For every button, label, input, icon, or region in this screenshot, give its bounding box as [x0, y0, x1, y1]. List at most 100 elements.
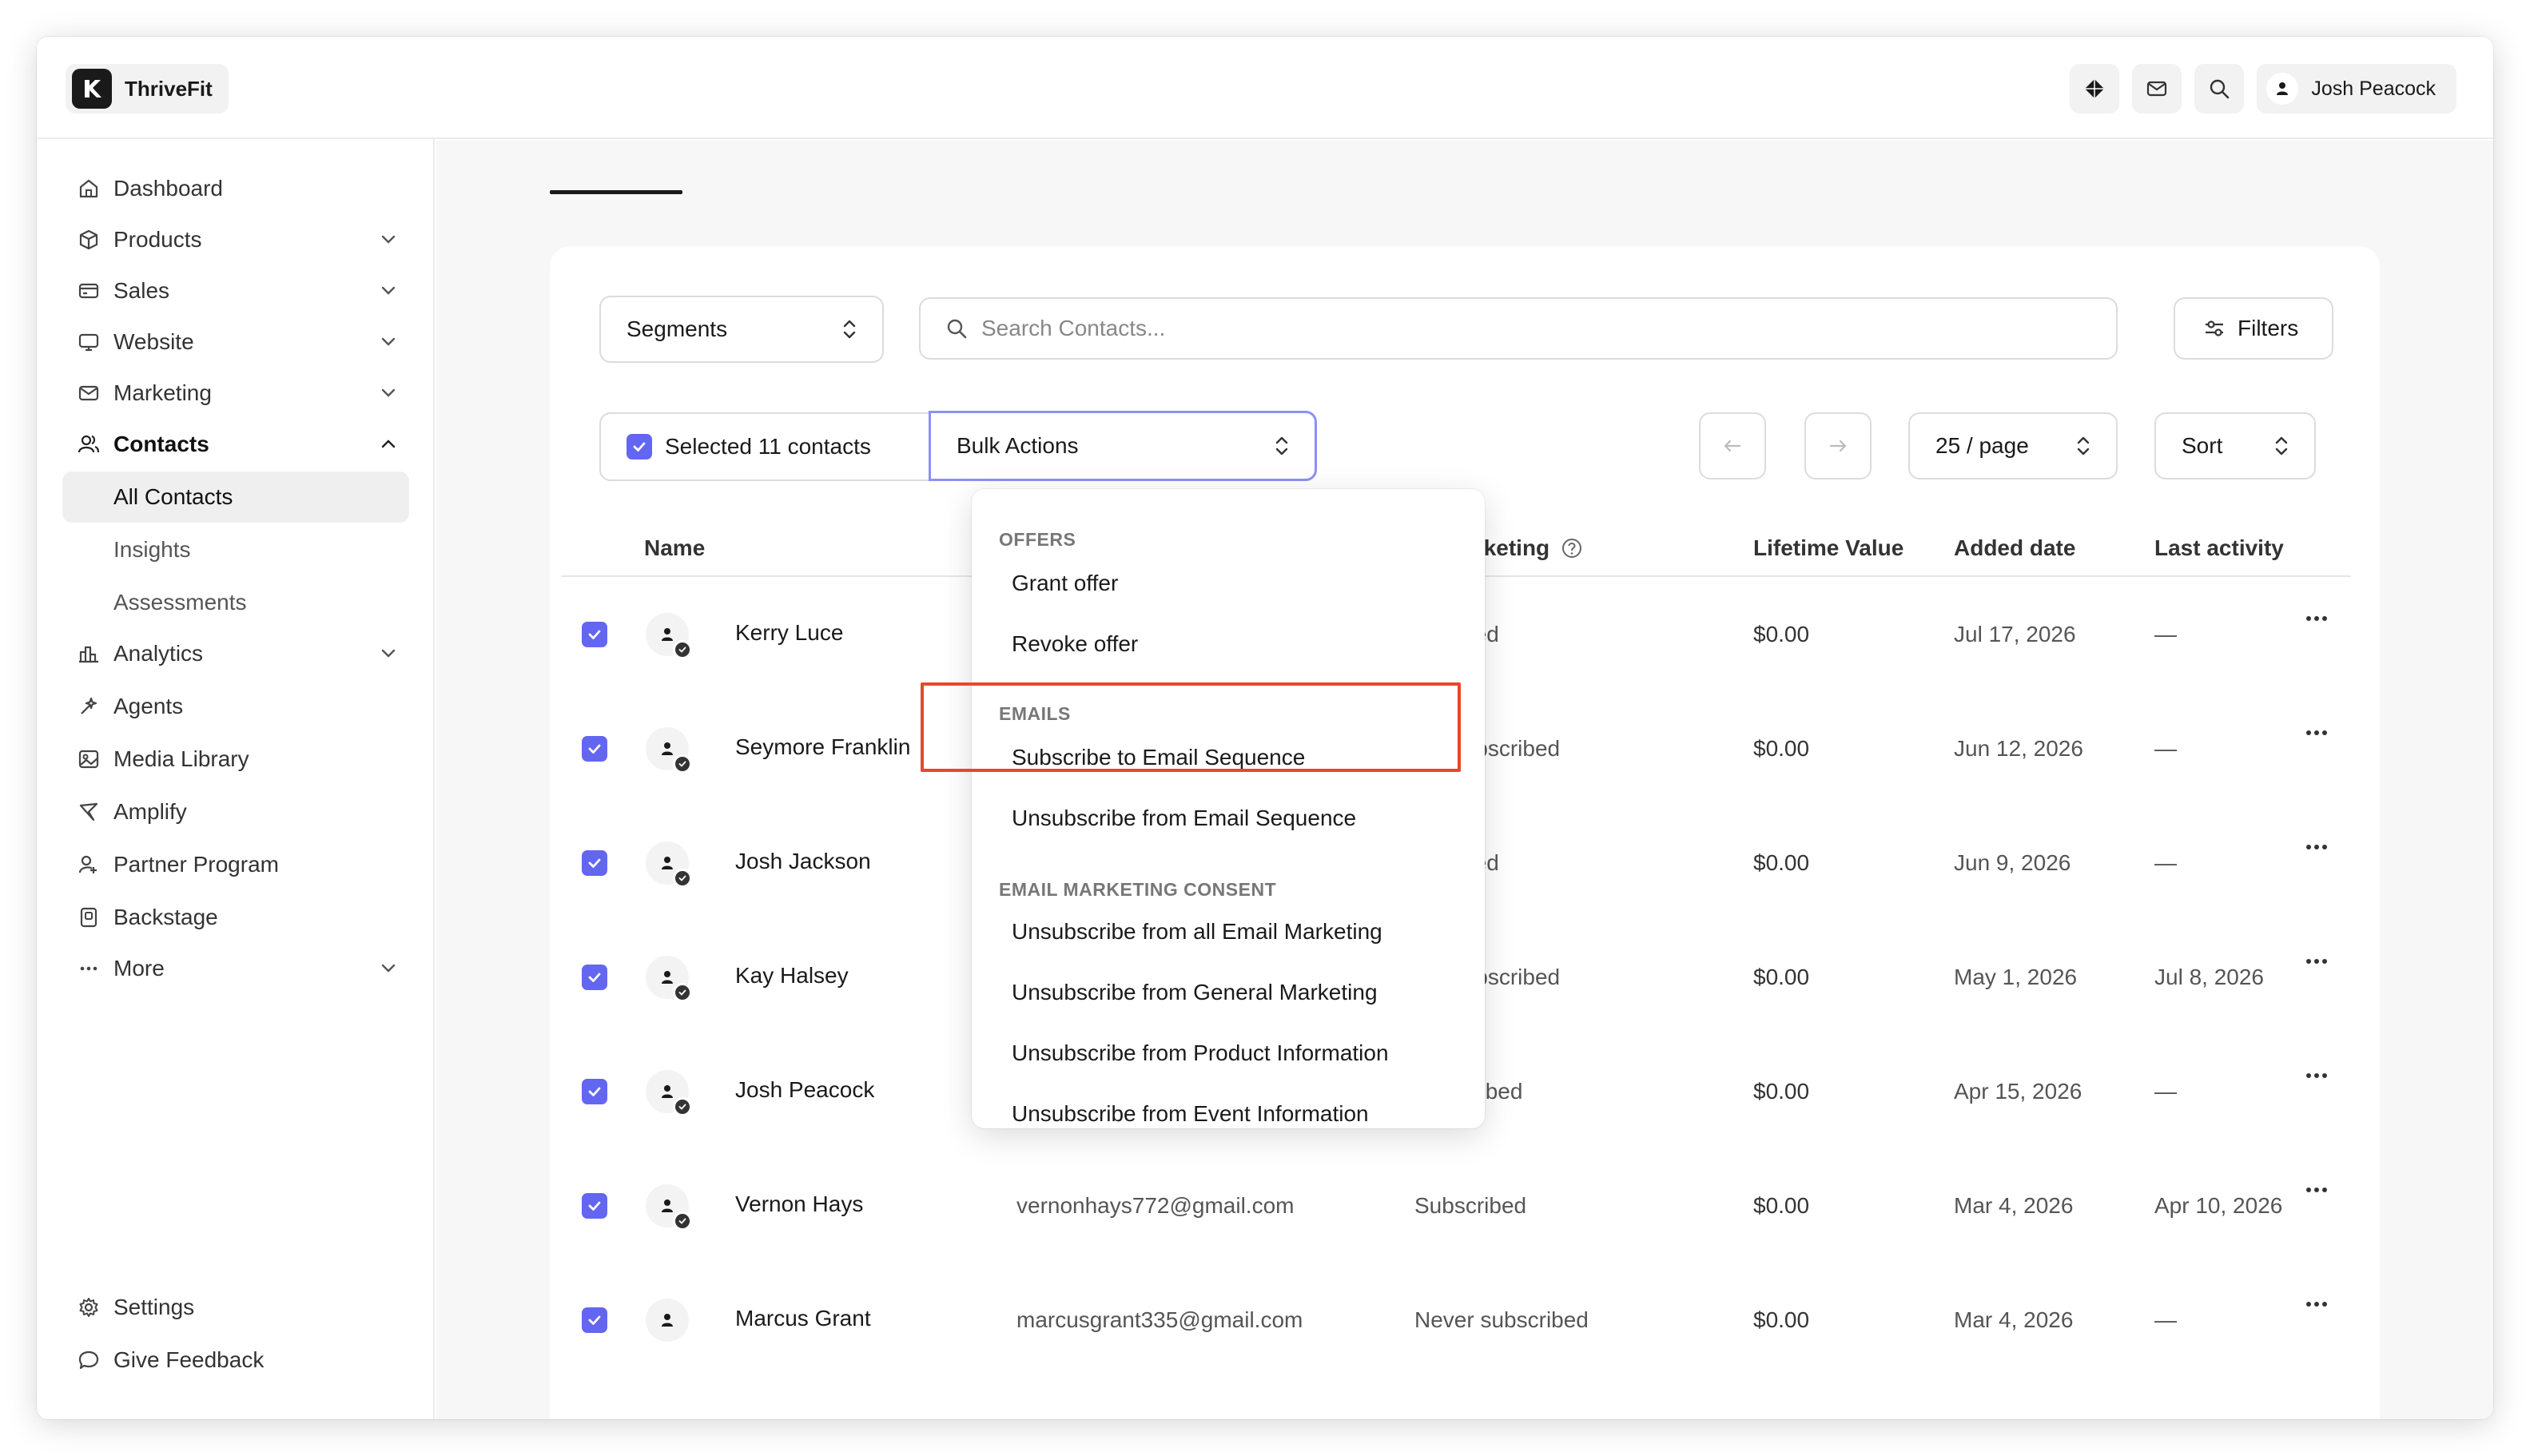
filters-button[interactable]: Filters: [2174, 297, 2333, 360]
user-avatar: [2266, 73, 2299, 105]
row-checkbox[interactable]: [582, 1079, 607, 1104]
row-checkbox[interactable]: [582, 622, 607, 647]
verified-check-icon: [673, 754, 692, 774]
column-header-added-date[interactable]: Added date: [1954, 535, 2075, 561]
added-date: Jun 12, 2026: [1954, 736, 2083, 761]
sidebar-item-give-feedback[interactable]: Give Feedback: [62, 1335, 409, 1386]
image-icon: [75, 746, 102, 773]
row-checkbox[interactable]: [582, 965, 607, 990]
menu-item-unsubscribe-product-information[interactable]: Unsubscribe from Product Information: [1012, 1040, 1389, 1066]
sidebar-item-label: Amplify: [113, 799, 187, 824]
contact-name[interactable]: Kay Halsey: [735, 963, 849, 989]
chevron-down-icon: [381, 388, 396, 397]
user-icon: [662, 857, 673, 869]
diamond-button[interactable]: [2070, 64, 2120, 113]
table-row[interactable]: Vernon Hays vernonhays772@gmail.com Subscr…: [550, 1150, 2380, 1264]
gear-icon: [75, 1294, 102, 1321]
user-icon: [662, 628, 673, 641]
bulk-actions-select[interactable]: Bulk Actions: [929, 411, 1317, 481]
sidebar-subitem-assessments[interactable]: Assessments: [62, 577, 409, 628]
menu-item-unsubscribe-all-marketing[interactable]: Unsubscribe from all Email Marketing: [1012, 919, 1382, 945]
contact-name[interactable]: Josh Peacock: [735, 1077, 874, 1103]
menu-item-subscribe-email-sequence[interactable]: Subscribe to Email Sequence: [1012, 745, 1305, 770]
row-more-actions-icon[interactable]: [2306, 958, 2330, 965]
column-header-last-activity[interactable]: Last activity: [2154, 535, 2284, 561]
search-button[interactable]: [2194, 64, 2245, 113]
sidebar-item-contacts[interactable]: Contacts: [62, 419, 409, 470]
contact-email: vernonhays772@gmail.com: [1016, 1193, 1295, 1218]
per-page-select[interactable]: 25 / page: [1908, 412, 2118, 479]
sidebar-item-settings[interactable]: Settings: [62, 1282, 409, 1333]
sparkle-icon: [75, 693, 102, 720]
menu-item-grant-offer[interactable]: Grant offer: [1012, 571, 1118, 596]
row-more-actions-icon[interactable]: [2306, 844, 2330, 850]
sidebar-item-products[interactable]: Products: [62, 214, 409, 265]
menu-item-unsubscribe-general-marketing[interactable]: Unsubscribe from General Marketing: [1012, 980, 1378, 1005]
selected-contacts-toggle[interactable]: Selected 11 contacts: [599, 412, 930, 481]
contact-name[interactable]: Josh Jackson: [735, 849, 871, 874]
check-icon: [633, 442, 646, 452]
sidebar-item-website[interactable]: Website: [62, 316, 409, 368]
menu-item-unsubscribe-event-information[interactable]: Unsubscribe from Event Information: [1012, 1101, 1369, 1127]
contact-name[interactable]: Vernon Hays: [735, 1191, 863, 1217]
sort-label: Sort: [2182, 433, 2223, 458]
column-header-lifetime-value[interactable]: Lifetime Value: [1753, 535, 1903, 561]
user-menu-button[interactable]: Josh Peacock: [2257, 64, 2456, 113]
row-more-actions-icon[interactable]: [2306, 1301, 2330, 1307]
row-more-actions-icon[interactable]: [2306, 730, 2330, 736]
added-date: May 1, 2026: [1954, 965, 2078, 989]
chevron-down-icon: [381, 964, 396, 973]
home-icon: [75, 175, 102, 202]
sidebar-item-agents[interactable]: Agents: [62, 681, 409, 732]
row-checkbox[interactable]: [582, 850, 607, 876]
sidebar-subitem-all-contacts[interactable]: All Contacts: [62, 471, 409, 523]
prev-page-button[interactable]: [1699, 412, 1766, 479]
sidebar-item-sales[interactable]: Sales: [62, 265, 409, 316]
sidebar-item-backstage[interactable]: Backstage: [62, 892, 409, 943]
select-all-checkbox[interactable]: [627, 434, 652, 459]
contact-name[interactable]: Marcus Grant: [735, 1306, 871, 1331]
sidebar-item-analytics[interactable]: Analytics: [62, 628, 409, 679]
menu-item-revoke-offer[interactable]: Revoke offer: [1012, 631, 1138, 657]
contact-name[interactable]: Seymore Franklin: [735, 734, 910, 760]
sidebar-item-media-library[interactable]: Media Library: [62, 734, 409, 785]
sidebar-item-dashboard[interactable]: Dashboard: [62, 163, 409, 214]
sort-select[interactable]: Sort: [2154, 412, 2316, 479]
row-checkbox[interactable]: [582, 1193, 607, 1219]
inbox-button[interactable]: [2132, 64, 2182, 113]
diamond-icon: [2085, 79, 2105, 98]
backstage-icon: [75, 904, 102, 931]
table-row[interactable]: Marcus Grant marcusgrant335@gmail.com Neve…: [550, 1264, 2380, 1378]
menu-item-unsubscribe-email-sequence[interactable]: Unsubscribe from Email Sequence: [1012, 806, 1356, 831]
help-circle-icon[interactable]: [1561, 537, 1583, 559]
updown-chevron-icon: [2077, 436, 2090, 455]
sidebar-item-label: More: [113, 956, 165, 981]
row-more-actions-icon[interactable]: [2306, 1072, 2330, 1079]
user-icon: [662, 1085, 673, 1098]
row-more-actions-icon[interactable]: [2306, 1187, 2330, 1193]
segments-select[interactable]: Segments: [599, 296, 884, 363]
row-checkbox[interactable]: [582, 736, 607, 762]
selected-count-label: Selected 11 contacts: [665, 434, 871, 459]
users-icon: [75, 431, 102, 458]
sidebar-item-partner-program[interactable]: Partner Program: [62, 839, 409, 890]
contact-avatar: [646, 1070, 692, 1116]
row-checkbox[interactable]: [582, 1307, 607, 1333]
sidebar-subitem-insights[interactable]: Insights: [62, 524, 409, 575]
brand-switcher[interactable]: ThriveFit: [66, 64, 229, 113]
row-more-actions-icon[interactable]: [2306, 615, 2330, 622]
lifetime-value: $0.00: [1753, 736, 1810, 761]
user-icon: [662, 971, 673, 984]
verified-check-icon: [673, 983, 692, 1002]
top-bar: ThriveFit Josh Peacock: [37, 37, 2493, 139]
sidebar-item-amplify[interactable]: Amplify: [62, 786, 409, 837]
arrow-right-icon: [1829, 440, 1847, 452]
sidebar-item-marketing[interactable]: Marketing: [62, 368, 409, 419]
next-page-button[interactable]: [1804, 412, 1872, 479]
sidebar-item-more[interactable]: More: [62, 943, 409, 994]
search-input[interactable]: Search Contacts...: [919, 297, 2118, 360]
sidebar-item-label: Sales: [113, 278, 170, 303]
email-marketing-status: Subscribed: [1414, 1193, 1527, 1218]
column-header-name[interactable]: Name: [644, 535, 705, 561]
contact-name[interactable]: Kerry Luce: [735, 620, 843, 646]
